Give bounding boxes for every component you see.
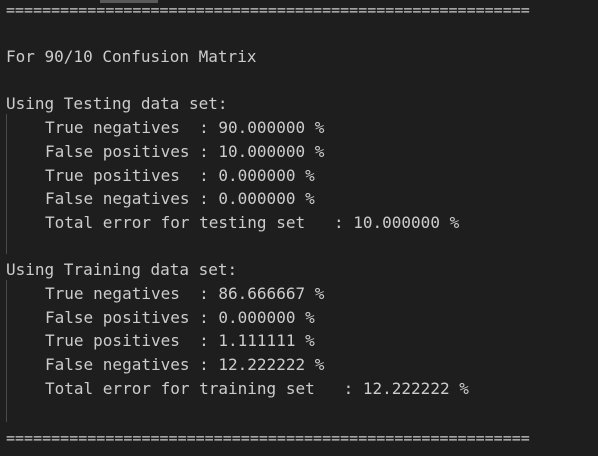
separator-top: ========================================…: [6, 2, 530, 18]
testing-total-error: Total error for testing set : 10.000000 …: [45, 213, 460, 232]
testing-false-negatives: False negatives : 0.000000 %: [45, 189, 315, 208]
training-true-negatives: True negatives : 86.666667 %: [45, 284, 325, 303]
indent-guide: [6, 280, 7, 422]
terminal-output: ========================================…: [0, 0, 598, 456]
testing-section-title: Using Testing data set:: [6, 94, 228, 113]
testing-false-positives: False positives : 10.000000 %: [45, 142, 325, 161]
testing-true-positives: True positives : 0.000000 %: [45, 166, 315, 185]
training-false-negatives: False negatives : 12.222222 %: [45, 355, 325, 374]
separator-bottom: ========================================…: [6, 430, 530, 446]
training-true-positives: True positives : 1.111111 %: [45, 331, 315, 350]
training-section-title: Using Training data set:: [6, 260, 238, 279]
testing-true-negatives: True negatives : 90.000000 %: [45, 118, 325, 137]
training-total-error: Total error for training set : 12.222222…: [45, 379, 469, 398]
indent-guide: [6, 114, 7, 254]
training-false-positives: False positives : 0.000000 %: [45, 308, 315, 327]
confusion-matrix-heading: For 90/10 Confusion Matrix: [6, 47, 257, 66]
